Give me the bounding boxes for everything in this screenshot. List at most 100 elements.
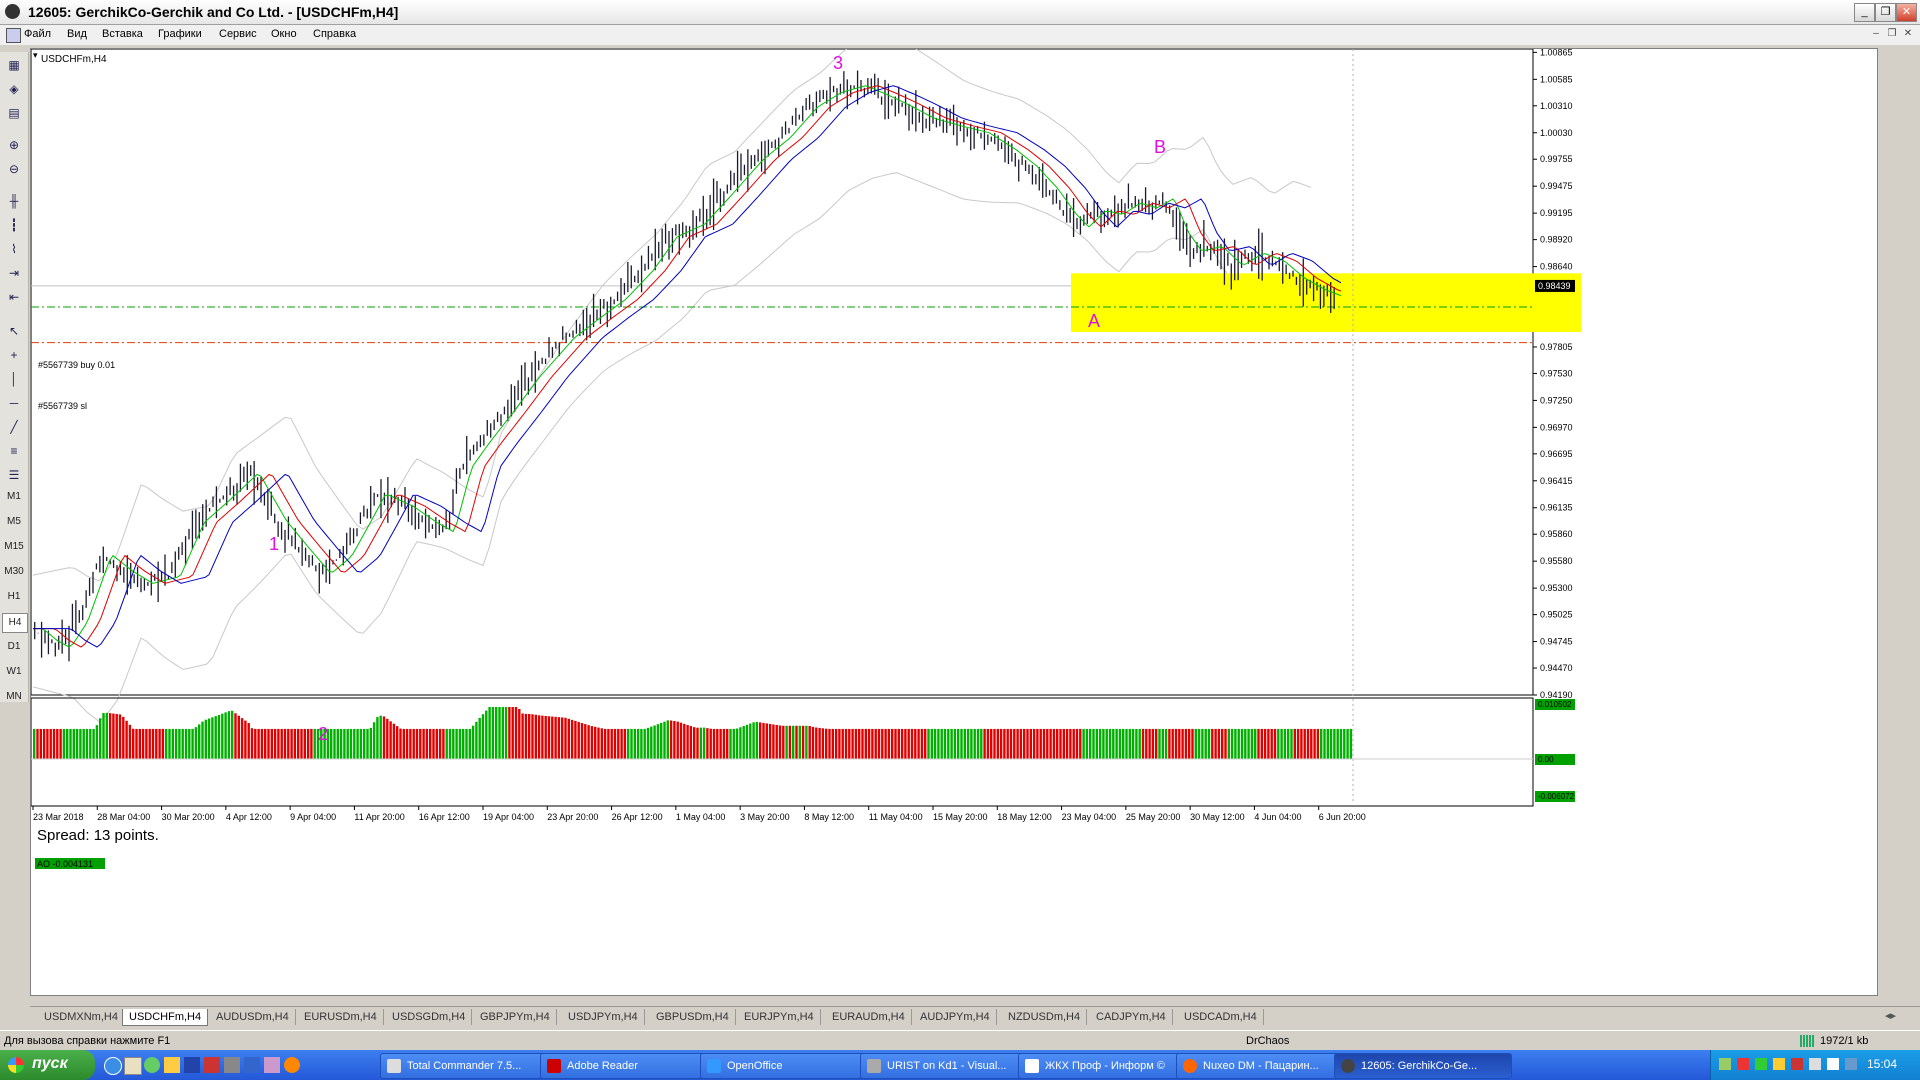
timeframe-m1[interactable]: M1 bbox=[2, 488, 26, 506]
start-button[interactable]: пуск bbox=[0, 1050, 95, 1080]
navigator-icon[interactable]: ▤ bbox=[4, 104, 24, 122]
maximize-button[interactable]: ❐ bbox=[1875, 3, 1896, 22]
tab-euraudm[interactable]: EURAUDm,H4 bbox=[826, 1009, 912, 1025]
tab-usdcadm[interactable]: USDCADm,H4 bbox=[1178, 1009, 1264, 1025]
tool-icon[interactable] bbox=[264, 1057, 280, 1073]
close-button[interactable]: ✕ bbox=[1896, 3, 1917, 22]
menu-file[interactable]: Файл bbox=[24, 28, 51, 40]
zoom-in-icon[interactable]: ⊕ bbox=[4, 136, 24, 154]
ao-bar bbox=[887, 728, 891, 760]
tab-usdjpym[interactable]: USDJPYm,H4 bbox=[562, 1009, 645, 1025]
ao-bar bbox=[438, 728, 442, 760]
menu-insert[interactable]: Вставка bbox=[102, 28, 143, 40]
ao-bar bbox=[1329, 728, 1333, 760]
mdi-close-icon[interactable]: ✕ bbox=[1900, 27, 1916, 41]
ao-bar bbox=[584, 724, 587, 760]
vertical-line-icon[interactable]: │ bbox=[4, 370, 24, 388]
timeframe-d1[interactable]: D1 bbox=[2, 638, 26, 656]
network-icon[interactable] bbox=[244, 1057, 260, 1073]
fibonacci-icon[interactable]: ☰ bbox=[4, 466, 24, 484]
tab-gbpusdm[interactable]: GBPUSDm,H4 bbox=[650, 1009, 736, 1025]
ao-bar bbox=[788, 725, 792, 760]
channel-icon[interactable]: ≡ bbox=[4, 442, 24, 460]
tray-icon[interactable] bbox=[1791, 1058, 1803, 1070]
menu-help[interactable]: Справка bbox=[313, 28, 356, 40]
symbol-dropdown-icon[interactable]: ▾ bbox=[33, 50, 38, 60]
task-adobe-reader[interactable]: Adobe Reader bbox=[540, 1053, 716, 1079]
settings-icon[interactable] bbox=[144, 1057, 160, 1073]
folder-icon[interactable] bbox=[164, 1057, 180, 1073]
save-icon[interactable] bbox=[184, 1057, 200, 1073]
timeframe-h4[interactable]: H4 bbox=[2, 613, 28, 633]
mdi-minimize-icon[interactable]: – bbox=[1868, 27, 1884, 41]
timeframe-h1[interactable]: H1 bbox=[2, 588, 26, 606]
new-chart-icon[interactable]: ▦ bbox=[4, 56, 24, 74]
chart-window-icon[interactable] bbox=[6, 28, 21, 43]
profiles-icon[interactable]: ◈ bbox=[4, 80, 24, 98]
tab-audusdm[interactable]: AUDUSDm,H4 bbox=[210, 1009, 296, 1025]
autoscroll-icon[interactable]: ⇥ bbox=[4, 264, 24, 282]
mdi-restore-icon[interactable]: ❐ bbox=[1884, 27, 1900, 41]
volume-icon[interactable] bbox=[1827, 1058, 1839, 1070]
task-metatrader[interactable]: 12605: GerchikCo-Ge... bbox=[1334, 1053, 1512, 1079]
timeframe-m15[interactable]: M15 bbox=[2, 538, 26, 556]
line-chart-icon[interactable]: ⌇ bbox=[4, 240, 24, 258]
ao-bar bbox=[237, 715, 240, 760]
timeframe-w1[interactable]: W1 bbox=[2, 663, 26, 681]
tray-icon[interactable] bbox=[1773, 1058, 1785, 1070]
timeframe-m5[interactable]: M5 bbox=[2, 513, 26, 531]
chart-shift-icon[interactable]: ⇤ bbox=[4, 288, 24, 306]
horizontal-line-icon[interactable]: ─ bbox=[4, 394, 24, 412]
tab-usdmxnm[interactable]: USDMXNm,H4 bbox=[38, 1009, 125, 1025]
menu-view[interactable]: Вид bbox=[67, 28, 87, 40]
tray-icon[interactable] bbox=[1755, 1058, 1767, 1070]
tray-icon[interactable] bbox=[1737, 1058, 1749, 1070]
tab-usdsgdm[interactable]: USDSGDm,H4 bbox=[386, 1009, 473, 1025]
status-profile: DrChaos bbox=[1246, 1035, 1290, 1047]
tab-scroll-icon[interactable]: ◂▸ bbox=[1885, 1009, 1896, 1022]
tab-audjpym[interactable]: AUDJPYm,H4 bbox=[914, 1009, 997, 1025]
price-chart[interactable]: 1.00865 1.00585 1.00310 1.00030 0.99755 0.994… bbox=[30, 35, 1877, 995]
timeframe-m30[interactable]: M30 bbox=[2, 563, 26, 581]
bar-chart-icon[interactable]: ╫ bbox=[4, 192, 24, 210]
tab-eurjpym[interactable]: EURJPYm,H4 bbox=[738, 1009, 821, 1025]
tray-icon[interactable] bbox=[1809, 1058, 1821, 1070]
ao-bar bbox=[570, 719, 574, 760]
candles-icon[interactable]: ┇ bbox=[4, 216, 24, 234]
menu-window[interactable]: Окно bbox=[271, 28, 297, 40]
ao-bar bbox=[1204, 728, 1207, 760]
tab-usdchfm[interactable]: USDCHFm,H4 bbox=[122, 1009, 209, 1026]
trendline-icon[interactable]: ╱ bbox=[4, 418, 24, 436]
task-zhkh[interactable]: ЖКХ Проф - Информ © bbox=[1018, 1053, 1196, 1079]
ao-bar bbox=[1227, 728, 1230, 760]
cursor-icon[interactable]: ↖ bbox=[4, 322, 24, 340]
minimize-button[interactable]: _ bbox=[1854, 3, 1875, 22]
task-openoffice[interactable]: OpenOffice bbox=[700, 1053, 883, 1079]
ie-icon[interactable] bbox=[104, 1057, 122, 1075]
timeframe-mn[interactable]: MN bbox=[2, 688, 26, 706]
ao-bar bbox=[828, 728, 831, 760]
menu-tools[interactable]: Сервис bbox=[219, 28, 257, 40]
chart-window[interactable]: 1.00865 1.00585 1.00310 1.00030 0.99755 0.994… bbox=[30, 35, 1878, 996]
notepad-icon[interactable] bbox=[124, 1057, 142, 1075]
menu-charts[interactable]: Графики bbox=[158, 28, 202, 40]
ao-bar bbox=[1326, 728, 1329, 760]
adobe-reader-icon bbox=[547, 1059, 561, 1073]
price-scale-label: 1.00310 bbox=[1540, 101, 1573, 111]
ao-bar bbox=[36, 728, 39, 760]
zoom-out-icon[interactable]: ⊖ bbox=[4, 160, 24, 178]
crosshair-icon[interactable]: + bbox=[4, 346, 24, 364]
tray-icon[interactable] bbox=[1719, 1058, 1731, 1070]
task-nuxeo[interactable]: Nuxeo DM - Пацарин... bbox=[1176, 1053, 1354, 1079]
printer-icon[interactable] bbox=[224, 1057, 240, 1073]
tab-cadjpym[interactable]: CADJPYm,H4 bbox=[1090, 1009, 1173, 1025]
app-launch-icon[interactable] bbox=[204, 1057, 220, 1073]
ao-bar bbox=[808, 725, 811, 760]
network-tray-icon[interactable] bbox=[1845, 1058, 1857, 1070]
task-urist[interactable]: URIST on Kd1 - Visual... bbox=[860, 1053, 1038, 1079]
tab-gbpjpym[interactable]: GBPJPYm,H4 bbox=[474, 1009, 557, 1025]
tab-eurusdm[interactable]: EURUSDm,H4 bbox=[298, 1009, 384, 1025]
task-total-commander[interactable]: Total Commander 7.5... bbox=[380, 1053, 553, 1079]
tab-nzdusdm[interactable]: NZDUSDm,H4 bbox=[1002, 1009, 1088, 1025]
firefox-icon[interactable] bbox=[284, 1057, 300, 1073]
